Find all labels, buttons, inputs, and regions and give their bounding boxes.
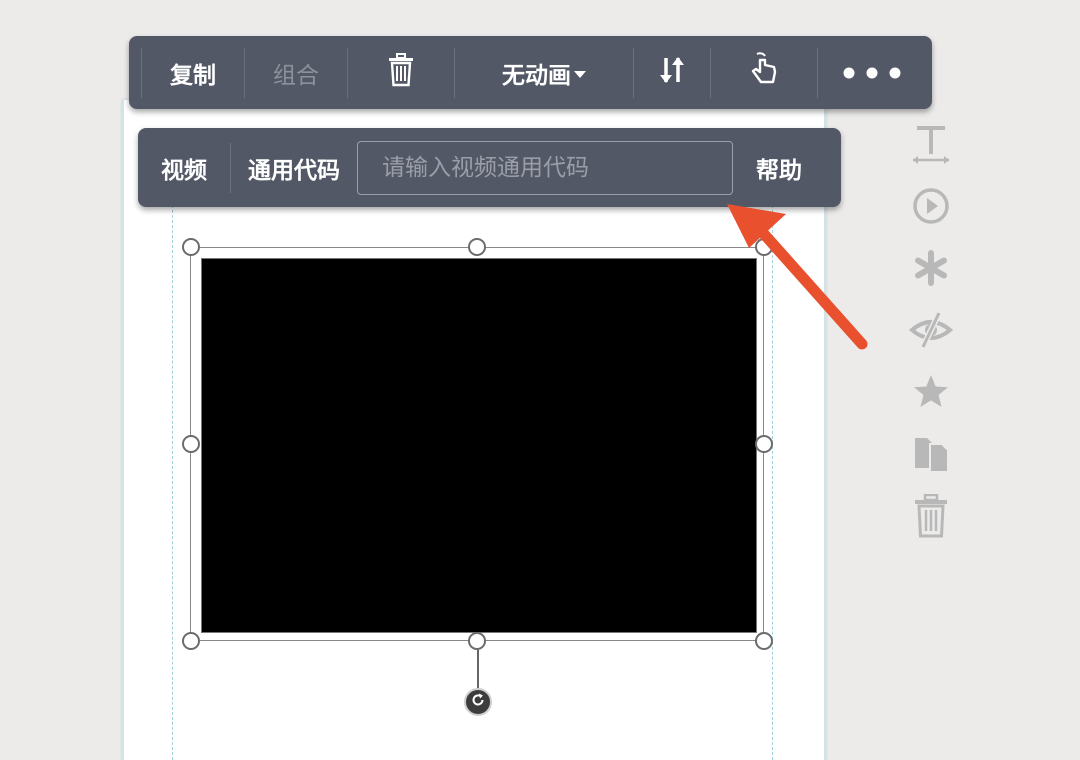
star-icon <box>911 372 951 412</box>
more-button[interactable] <box>818 36 926 109</box>
resize-handle-top-right[interactable] <box>755 238 773 256</box>
copy-pages-icon <box>911 434 951 474</box>
more-dots-icon <box>842 60 902 86</box>
play-circle-icon <box>911 186 951 226</box>
rotate-stem <box>477 650 479 690</box>
interaction-button[interactable] <box>711 36 817 109</box>
video-tab[interactable]: 视频 <box>138 128 230 207</box>
video-toolbar: 视频 通用代码 帮助 <box>138 128 841 207</box>
effects-tool[interactable] <box>908 242 954 294</box>
element-toolbar: 复制 组合 无动画 <box>129 36 932 109</box>
help-button[interactable]: 帮助 <box>733 128 825 207</box>
embed-code-label: 通用代码 <box>248 157 340 184</box>
rotate-handle[interactable] <box>464 688 492 716</box>
favorite-tool[interactable] <box>908 366 954 418</box>
delete-tool[interactable] <box>908 490 954 542</box>
delete-button[interactable] <box>348 36 454 109</box>
tap-hand-icon <box>747 51 781 94</box>
play-tool[interactable] <box>908 180 954 232</box>
rotate-icon <box>470 692 486 712</box>
video-element[interactable] <box>201 258 757 633</box>
trash-icon <box>386 52 416 93</box>
resize-handle-left[interactable] <box>182 435 200 453</box>
text-icon <box>911 122 951 166</box>
eye-slash-icon <box>909 310 953 350</box>
resize-handle-bottom-right[interactable] <box>755 632 773 650</box>
animation-dropdown[interactable]: 无动画 <box>455 36 633 109</box>
visibility-tool[interactable] <box>908 304 954 356</box>
text-tool[interactable] <box>908 118 954 170</box>
trash-icon <box>912 494 950 538</box>
resize-handle-right[interactable] <box>755 435 773 453</box>
sort-arrows-icon <box>658 55 686 91</box>
asterisk-icon <box>911 248 951 288</box>
chevron-down-icon <box>574 71 586 78</box>
copy-button[interactable]: 复制 <box>142 36 244 109</box>
animation-label: 无动画 <box>502 62 571 89</box>
group-button[interactable]: 组合 <box>245 36 347 109</box>
resize-handle-bottom[interactable] <box>468 632 486 650</box>
resize-handle-bottom-left[interactable] <box>182 632 200 650</box>
resize-handle-top[interactable] <box>468 238 486 256</box>
video-code-input[interactable] <box>357 140 733 195</box>
duplicate-tool[interactable] <box>908 428 954 480</box>
layer-order-button[interactable] <box>634 36 710 109</box>
guide-line-right <box>772 200 773 760</box>
guide-line-left <box>172 200 173 760</box>
side-toolbar <box>908 118 954 552</box>
resize-handle-top-left[interactable] <box>182 238 200 256</box>
